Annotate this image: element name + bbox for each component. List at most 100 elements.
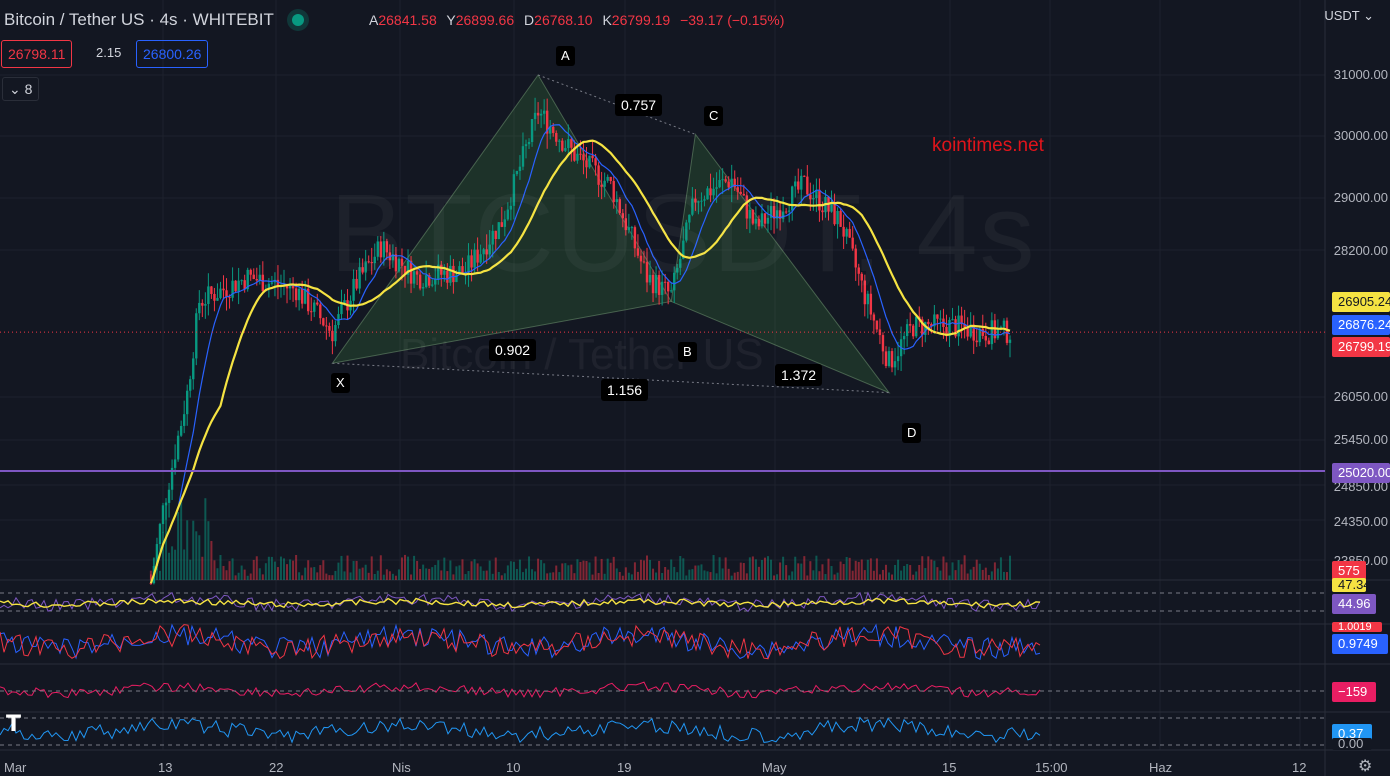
volume-bar	[540, 560, 543, 580]
volume-bar	[606, 558, 609, 580]
candle-body	[334, 325, 337, 342]
volume-bar	[485, 570, 488, 580]
volume-bar	[258, 568, 261, 580]
time-label: May	[762, 760, 787, 775]
candle-body	[908, 324, 912, 326]
volume-bar	[727, 568, 730, 580]
volume-bar	[809, 561, 812, 580]
volume-bar	[745, 573, 748, 580]
volume-bar	[818, 571, 821, 580]
high-key: Y	[446, 12, 456, 28]
volume-bar	[996, 568, 999, 580]
volume-bar	[334, 570, 337, 580]
volume-bar	[331, 575, 334, 580]
candle-body	[588, 155, 591, 168]
indicators-toggle-button[interactable]: ⌄ 8	[2, 77, 40, 101]
volume-bar	[521, 572, 524, 580]
volume-bar	[210, 540, 213, 580]
volume-bar	[839, 561, 842, 580]
volume-bar	[322, 560, 325, 580]
change-value: −39.17 (−0.15%)	[680, 12, 785, 28]
ma-blue-tag: 26876.24	[1332, 315, 1390, 335]
cci-tag: −159	[1332, 682, 1376, 702]
price-chart[interactable]	[0, 0, 1390, 776]
volume-bar	[878, 574, 881, 580]
candle-body	[872, 314, 876, 321]
candle-body	[222, 288, 225, 291]
volume-bar	[231, 558, 234, 580]
volume-bar	[201, 556, 204, 580]
volume-bar	[960, 564, 963, 580]
volume-bar	[800, 563, 803, 580]
candle-body	[579, 153, 582, 155]
sell-price-button[interactable]: 26798.11	[1, 40, 73, 68]
volume-bar	[900, 570, 903, 580]
volume-bar	[204, 498, 207, 580]
volume-bar	[627, 572, 630, 580]
volume-bar	[264, 563, 267, 580]
volume-bar	[301, 575, 304, 580]
volume-bar	[661, 572, 664, 580]
volume-bar	[337, 562, 340, 580]
volume-bar	[370, 556, 373, 580]
volume-bar	[461, 559, 464, 580]
chevron-down-icon: ⌄	[1363, 8, 1374, 23]
candle-body	[198, 302, 201, 314]
volume-bar	[452, 574, 455, 580]
candle-body	[996, 329, 1000, 339]
volume-bar	[376, 570, 379, 580]
candle-body	[179, 425, 183, 436]
candle-body	[234, 280, 237, 292]
candle-body	[939, 318, 942, 320]
volume-bar	[219, 554, 222, 580]
candle-body	[297, 288, 301, 301]
volume-bar	[906, 564, 909, 580]
volume-bar	[866, 559, 869, 580]
volume-bar	[888, 572, 890, 580]
volume-bar	[655, 572, 658, 580]
volume-bar	[189, 559, 192, 580]
candle-body	[316, 302, 319, 305]
volume-bar	[897, 559, 900, 580]
volume-bar	[343, 571, 346, 580]
candle-body	[204, 304, 207, 306]
volume-bar	[186, 520, 189, 580]
volume-bar	[237, 572, 240, 580]
candle-body	[570, 139, 573, 148]
volume-bar	[180, 501, 183, 580]
volume-bar	[664, 567, 667, 580]
volume-bar	[767, 556, 769, 580]
symbol-title[interactable]: Bitcoin / Tether US · 4s · WHITEBIT	[4, 10, 318, 30]
volume-bar	[779, 562, 782, 580]
volume-bar	[494, 557, 497, 580]
candle-body	[300, 288, 304, 304]
indicator-count: 8	[24, 81, 33, 97]
volume-bar	[712, 555, 715, 580]
volume-bar	[585, 560, 588, 580]
volume-bar	[903, 565, 906, 580]
volume-bar	[936, 567, 939, 580]
volume-bar	[470, 561, 473, 580]
currency-selector[interactable]: USDT ⌄	[1324, 8, 1374, 24]
volume-bar	[476, 563, 479, 580]
pattern-point-b: B	[678, 342, 697, 362]
time-label: 12	[1292, 760, 1307, 775]
volume-bar	[515, 568, 518, 580]
volume-bar	[497, 571, 500, 580]
volume-bar	[509, 561, 512, 580]
volume-bar	[603, 573, 606, 580]
volume-bar	[234, 575, 237, 580]
volume-bar	[815, 555, 818, 580]
volume-bar	[788, 575, 791, 580]
volume-bar	[948, 575, 951, 580]
tradingview-logo[interactable]: T	[6, 712, 21, 737]
volume-bar	[969, 569, 972, 580]
candle-body	[957, 315, 960, 337]
volume-bar	[670, 559, 673, 580]
volume-bar	[413, 555, 416, 580]
volume-bar	[806, 575, 809, 580]
volume-bar	[404, 554, 406, 580]
gear-icon[interactable]: ⚙	[1358, 756, 1372, 776]
volume-bar	[479, 566, 482, 580]
buy-price-button[interactable]: 26800.26	[136, 40, 209, 68]
